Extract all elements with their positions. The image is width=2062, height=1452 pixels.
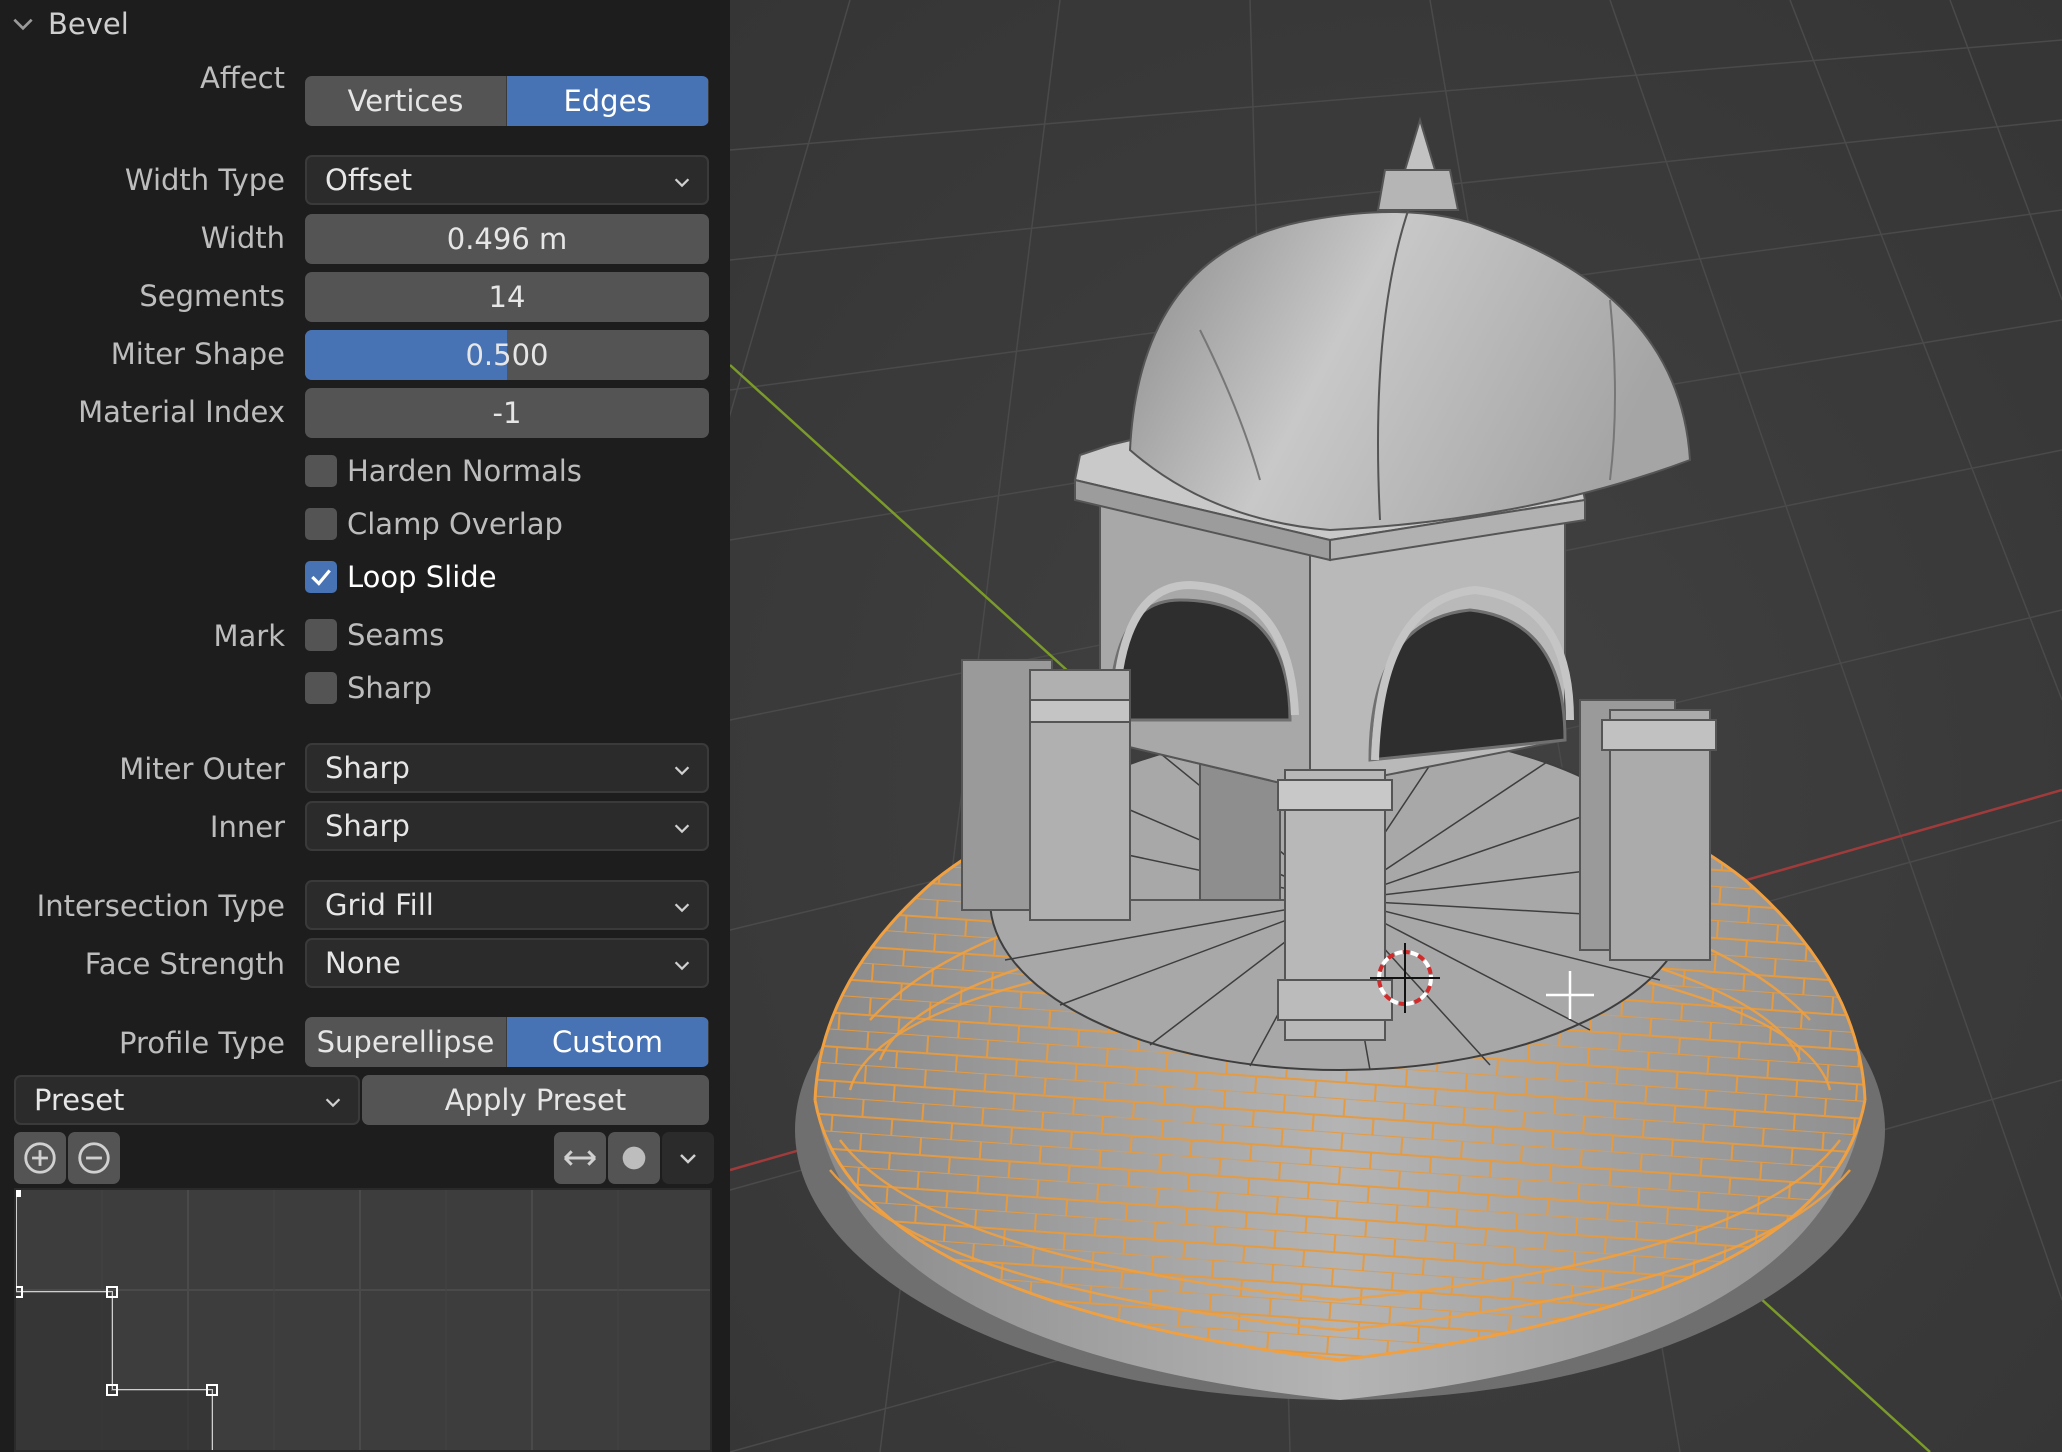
profile-curve-graph bbox=[16, 1190, 710, 1450]
preset-value: Preset bbox=[34, 1083, 125, 1117]
segments-label: Segments bbox=[139, 279, 285, 313]
viewport-scene bbox=[730, 0, 2062, 1452]
miter-outer-label: Miter Outer bbox=[119, 752, 285, 786]
loop-slide-checkbox[interactable]: Loop Slide bbox=[305, 557, 497, 597]
bevel-operator-panel: Bevel Affect Vertices Edges Width Type O… bbox=[0, 0, 730, 1452]
harden-normals-checkbox[interactable]: Harden Normals bbox=[305, 451, 582, 491]
face-strength-dropdown[interactable]: None bbox=[305, 938, 709, 988]
face-strength-label: Face Strength bbox=[84, 947, 285, 981]
width-type-label: Width Type bbox=[124, 163, 285, 197]
chevron-down-icon bbox=[674, 766, 690, 776]
material-index-field[interactable]: -1 bbox=[305, 388, 709, 438]
profile-type-label: Profile Type bbox=[119, 1026, 285, 1060]
chevron-down-icon bbox=[13, 18, 33, 31]
flip-button[interactable] bbox=[554, 1132, 606, 1184]
chevron-down-icon bbox=[674, 903, 690, 913]
chevron-down-icon bbox=[674, 178, 690, 188]
miter-outer-value: Sharp bbox=[325, 751, 410, 785]
width-field[interactable]: 0.496 m bbox=[305, 214, 709, 264]
affect-toggle: Vertices Edges bbox=[305, 76, 709, 126]
miter-shape-label: Miter Shape bbox=[110, 337, 285, 371]
miter-outer-dropdown[interactable]: Sharp bbox=[305, 743, 709, 793]
clamp-overlap-checkbox[interactable]: Clamp Overlap bbox=[305, 504, 563, 544]
loop-slide-box bbox=[305, 561, 337, 593]
3d-viewport[interactable] bbox=[730, 0, 2062, 1452]
profile-type-toggle: Superellipse Custom bbox=[305, 1017, 709, 1067]
apply-preset-button[interactable]: Apply Preset bbox=[362, 1075, 709, 1125]
inner-dropdown[interactable]: Sharp bbox=[305, 801, 709, 851]
intersection-type-label: Intersection Type bbox=[36, 889, 285, 923]
profile-custom-option[interactable]: Custom bbox=[507, 1017, 709, 1067]
intersection-type-value: Grid Fill bbox=[325, 888, 434, 922]
intersection-type-dropdown[interactable]: Grid Fill bbox=[305, 880, 709, 930]
curve-point[interactable] bbox=[16, 1190, 21, 1197]
panel-title: Bevel bbox=[48, 7, 129, 41]
material-index-label: Material Index bbox=[78, 395, 285, 429]
mark-seams-label: Seams bbox=[347, 618, 445, 652]
inner-label: Inner bbox=[209, 810, 285, 844]
harden-normals-box bbox=[305, 455, 337, 487]
affect-edges-option[interactable]: Edges bbox=[507, 76, 709, 126]
material-index-value: -1 bbox=[492, 396, 522, 430]
chevron-down-icon bbox=[674, 961, 690, 971]
dot-icon bbox=[622, 1146, 646, 1170]
segments-value: 14 bbox=[488, 280, 526, 314]
inner-value: Sharp bbox=[325, 809, 410, 843]
curve-options-dropdown[interactable] bbox=[662, 1132, 714, 1184]
zoom-in-icon bbox=[24, 1142, 56, 1174]
zoom-in-button[interactable] bbox=[14, 1132, 66, 1184]
profile-superellipse-option[interactable]: Superellipse bbox=[305, 1017, 507, 1067]
width-value: 0.496 m bbox=[446, 222, 568, 256]
miter-shape-slider[interactable]: 0.500 bbox=[305, 330, 709, 380]
mark-seams-box bbox=[305, 619, 337, 651]
clamp-overlap-label: Clamp Overlap bbox=[347, 507, 563, 541]
mark-sharp-box bbox=[305, 672, 337, 704]
zoom-out-button[interactable] bbox=[68, 1132, 120, 1184]
mark-label: Mark bbox=[213, 619, 285, 653]
miter-shape-value: 0.500 bbox=[465, 338, 549, 372]
width-label: Width bbox=[200, 221, 285, 255]
mark-sharp-label: Sharp bbox=[347, 671, 432, 705]
panel-header[interactable]: Bevel bbox=[10, 4, 129, 44]
curve-toolbar bbox=[14, 1132, 714, 1184]
width-type-value: Offset bbox=[325, 163, 413, 197]
face-strength-value: None bbox=[325, 946, 401, 980]
clamp-overlap-box bbox=[305, 508, 337, 540]
affect-vertices-option[interactable]: Vertices bbox=[305, 76, 507, 126]
chevron-down-icon bbox=[674, 824, 690, 834]
affect-label: Affect bbox=[200, 61, 285, 95]
chevron-down-icon bbox=[680, 1154, 696, 1164]
harden-normals-label: Harden Normals bbox=[347, 454, 582, 488]
mark-sharp-checkbox[interactable]: Sharp bbox=[305, 668, 432, 708]
profile-curve-editor[interactable] bbox=[14, 1188, 712, 1452]
zoom-out-icon bbox=[78, 1142, 110, 1174]
mark-seams-checkbox[interactable]: Seams bbox=[305, 615, 444, 655]
checkmark-icon bbox=[311, 569, 331, 586]
loop-slide-label: Loop Slide bbox=[347, 560, 497, 594]
preset-dropdown[interactable]: Preset bbox=[14, 1075, 360, 1125]
chevron-down-icon bbox=[325, 1098, 341, 1108]
handle-type-button[interactable] bbox=[608, 1132, 660, 1184]
segments-field[interactable]: 14 bbox=[305, 272, 709, 322]
width-type-dropdown[interactable]: Offset bbox=[305, 155, 709, 205]
flip-icon bbox=[563, 1150, 597, 1166]
